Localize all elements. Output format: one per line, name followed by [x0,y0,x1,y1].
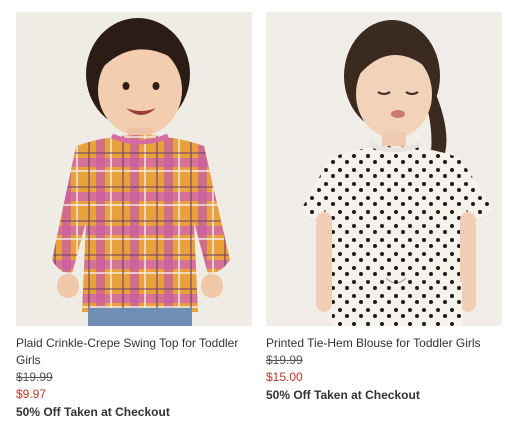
product-grid: Plaid Crinkle-Crepe Swing Top for Toddle… [0,0,508,426]
product-image[interactable] [266,12,502,326]
sale-price: $15.00 [266,370,303,384]
product-image[interactable] [16,12,252,326]
product-photo-plaid-top [16,12,252,326]
product-title[interactable]: Printed Tie-Hem Blouse for Toddler Girls [266,335,502,352]
product-card[interactable]: Printed Tie-Hem Blouse for Toddler Girls… [266,12,502,404]
promo-text: 50% Off Taken at Checkout [266,388,420,402]
sale-price: $9.97 [16,387,47,401]
product-card[interactable]: Plaid Crinkle-Crepe Swing Top for Toddle… [16,12,252,421]
original-price: $19.99 [16,370,53,384]
original-price: $19.99 [266,353,303,367]
promo-text: 50% Off Taken at Checkout [16,405,170,419]
product-photo-dot-blouse [266,12,502,326]
product-title[interactable]: Plaid Crinkle-Crepe Swing Top for Toddle… [16,335,252,369]
